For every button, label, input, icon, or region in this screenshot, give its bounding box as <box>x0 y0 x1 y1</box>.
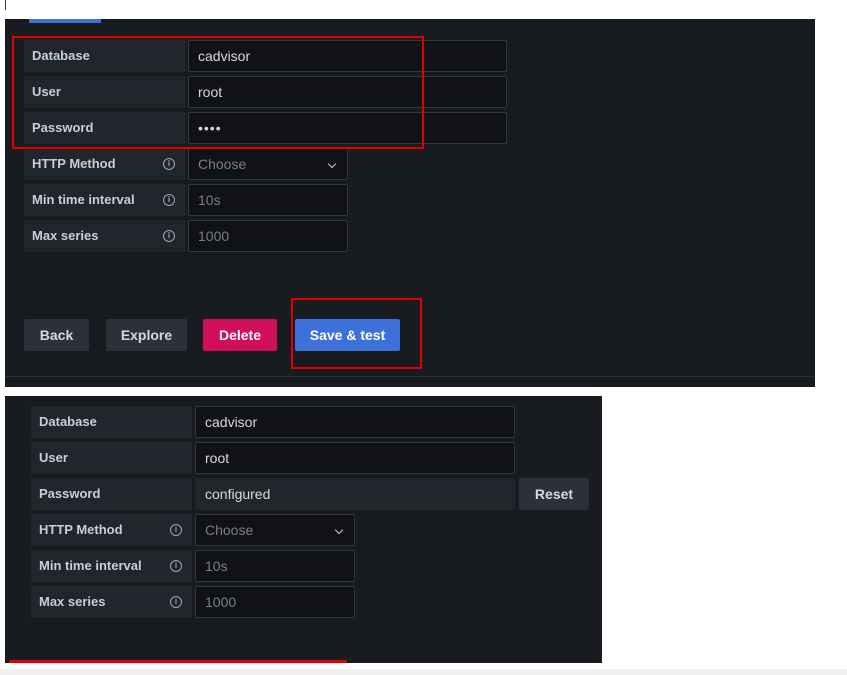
http-method-select[interactable]: Choose <box>188 148 348 180</box>
info-icon[interactable]: i <box>163 230 175 242</box>
http-method-label: HTTP Method <box>31 514 192 546</box>
min-time-interval-input[interactable]: 10s <box>195 550 355 582</box>
info-icon[interactable]: i <box>170 560 182 572</box>
back-button[interactable]: Back <box>24 319 89 351</box>
user-input[interactable]: root <box>195 442 515 474</box>
http-method-value: Choose <box>205 522 254 538</box>
max-series-input[interactable]: 1000 <box>195 586 355 618</box>
active-tab-indicator <box>29 19 101 23</box>
password-label: Password <box>31 478 192 510</box>
info-icon[interactable]: i <box>163 194 175 206</box>
password-configured-field: configured <box>195 478 515 510</box>
chevron-down-icon <box>327 159 337 169</box>
http-method-label: HTTP Method <box>24 148 185 180</box>
reset-password-button[interactable]: Reset <box>519 478 589 510</box>
min-time-interval-input[interactable]: 10s <box>188 184 348 216</box>
info-icon[interactable]: i <box>170 524 182 536</box>
user-label: User <box>31 442 192 474</box>
database-label: Database <box>31 406 192 438</box>
explore-button[interactable]: Explore <box>106 319 187 351</box>
http-method-select[interactable]: Choose <box>195 514 355 546</box>
info-icon[interactable]: i <box>170 596 182 608</box>
credentials-highlight-box <box>12 36 424 149</box>
highlight-underline <box>9 660 347 663</box>
database-input[interactable]: cadvisor <box>195 406 515 438</box>
datasource-settings-panel-after: Database cadvisor User root Password con… <box>5 396 602 663</box>
text-cursor <box>5 0 6 10</box>
http-method-value: Choose <box>198 156 247 172</box>
save-test-highlight-box <box>291 298 422 369</box>
max-series-label: Max series <box>24 220 185 252</box>
page-bottom-strip <box>0 669 847 675</box>
max-series-label: Max series <box>31 586 192 618</box>
panel-divider <box>5 376 815 377</box>
max-series-input[interactable]: 1000 <box>188 220 348 252</box>
min-time-interval-label: Min time interval <box>31 550 192 582</box>
delete-button[interactable]: Delete <box>203 319 277 351</box>
info-icon[interactable]: i <box>163 158 175 170</box>
min-time-interval-label: Min time interval <box>24 184 185 216</box>
chevron-down-icon <box>334 525 344 535</box>
